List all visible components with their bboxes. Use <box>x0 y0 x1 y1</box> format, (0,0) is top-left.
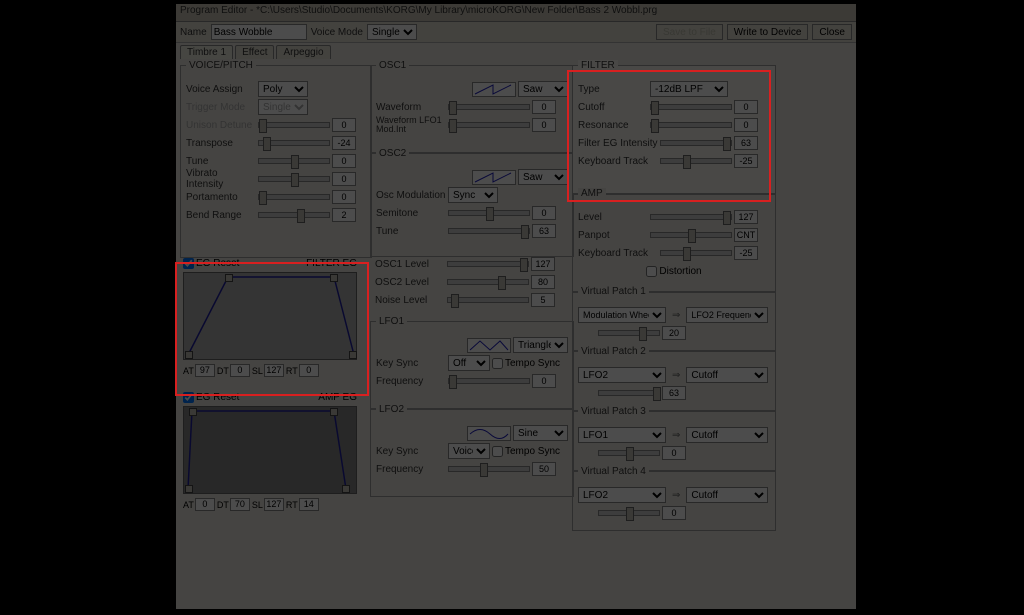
vp3-amount-slider[interactable] <box>598 450 660 456</box>
vp4-dest-select[interactable]: Cutoff <box>686 487 768 503</box>
vp2-dest-select[interactable]: Cutoff <box>686 367 768 383</box>
osc2-wave-select[interactable]: Saw <box>518 169 568 185</box>
vp4-source-select[interactable]: LFO2 <box>578 487 666 503</box>
mixer-group: OSC1 Level127 OSC2 Level80 Noise Level5 <box>370 255 572 319</box>
arrow-icon: ⇒ <box>668 370 684 381</box>
osc1-lfo1-mod-slider[interactable] <box>448 122 530 128</box>
program-editor-window: Program Editor - *C:\Users\Studio\Docume… <box>176 4 856 609</box>
triangle-wave-icon <box>467 338 511 353</box>
saw-wave-icon <box>472 170 516 185</box>
lfo2-frequency-slider[interactable] <box>448 466 530 472</box>
name-label: Name <box>180 27 207 38</box>
amp-eg-at[interactable]: 0 <box>195 498 215 511</box>
vp3-source-select[interactable]: LFO1 <box>578 427 666 443</box>
tab-arpeggio[interactable]: Arpeggio <box>276 45 330 59</box>
osc2-tune-slider[interactable] <box>448 228 530 234</box>
voice-pitch-group: VOICE/PITCH Voice AssignPoly Trigger Mod… <box>180 65 372 258</box>
amp-kbtrack-slider[interactable] <box>660 250 732 256</box>
amp-eg-sl[interactable]: 127 <box>264 498 284 511</box>
amp-eg-dt[interactable]: 70 <box>230 498 250 511</box>
toolbar: Name Voice Mode Single Save to File Writ… <box>176 22 856 43</box>
tabs: Timbre 1 Effect Arpeggio <box>176 43 856 59</box>
filter-eg-reset-checkbox[interactable] <box>183 258 194 269</box>
filter-resonance-slider[interactable] <box>650 122 732 128</box>
group-title: VOICE/PITCH <box>186 60 256 71</box>
vp2-amount-slider[interactable] <box>598 390 660 396</box>
lfo1-tempo-sync-checkbox[interactable] <box>492 358 503 369</box>
portamento-slider[interactable] <box>258 194 330 200</box>
bend-range-slider[interactable] <box>258 212 330 218</box>
close-button[interactable]: Close <box>812 24 852 40</box>
amp-group: AMP Level127 PanpotCNT Keyboard Track-25… <box>572 193 776 293</box>
vibrato-slider[interactable] <box>258 176 330 182</box>
amp-eg-rt[interactable]: 14 <box>299 498 319 511</box>
vpatch4-group: Virtual Patch 4 LFO2⇒Cutoff 0 <box>572 471 776 531</box>
filter-eg-rt[interactable]: 0 <box>299 364 319 377</box>
noise-level-slider[interactable] <box>447 297 529 303</box>
filter-kbtrack-slider[interactable] <box>660 158 732 164</box>
amp-panpot-slider[interactable] <box>650 232 732 238</box>
osc1-wave-select[interactable]: Saw <box>518 81 568 97</box>
amp-eg-reset-checkbox[interactable] <box>183 392 194 403</box>
lfo1-wave-select[interactable]: Triangle <box>513 337 568 353</box>
tab-effect[interactable]: Effect <box>235 45 274 59</box>
vp1-dest-select[interactable]: LFO2 Frequenc <box>686 307 768 323</box>
vp3-dest-select[interactable]: Cutoff <box>686 427 768 443</box>
vpatch3-group: Virtual Patch 3 LFO1⇒Cutoff 0 <box>572 411 776 471</box>
amp-level-slider[interactable] <box>650 214 732 220</box>
filter-cutoff-slider[interactable] <box>650 104 732 110</box>
arrow-icon: ⇒ <box>668 490 684 501</box>
program-name-input[interactable] <box>211 24 307 40</box>
osc1-waveform-slider[interactable] <box>448 104 530 110</box>
voice-mode-label: Voice Mode <box>311 27 363 38</box>
tune-slider[interactable] <box>258 158 330 164</box>
saw-wave-icon <box>472 82 516 97</box>
trigger-mode-select: Single <box>258 99 308 115</box>
filter-eg-sl[interactable]: 127 <box>264 364 284 377</box>
voice-mode-select[interactable]: Single <box>367 24 417 40</box>
lfo2-tempo-sync-checkbox[interactable] <box>492 446 503 457</box>
filter-eg-group: EG Reset FILTER EG AT97 DT0 SL127 RT0 <box>180 257 360 381</box>
osc2-level-slider[interactable] <box>447 279 529 285</box>
osc-modulation-select[interactable]: Sync <box>448 187 498 203</box>
tab-timbre1[interactable]: Timbre 1 <box>180 45 233 59</box>
filter-type-select[interactable]: -12dB LPF <box>650 81 728 97</box>
lfo2-group: LFO2 Sine Key SyncVoiceTempo Sync Freque… <box>370 409 574 497</box>
voice-assign-select[interactable]: Poly <box>258 81 308 97</box>
osc2-group: OSC2 Saw Osc ModulationSync Semitone0 Tu… <box>370 153 574 257</box>
filter-eg-dt[interactable]: 0 <box>230 364 250 377</box>
amp-eg-group: EG Reset AMP EG AT0 DT70 SL127 RT14 <box>180 391 360 515</box>
vp1-amount-slider[interactable] <box>598 330 660 336</box>
filter-group: FILTER Type-12dB LPF Cutoff0 Resonance0 … <box>572 65 776 195</box>
unison-detune-slider <box>258 122 330 128</box>
lfo2-keysync-select[interactable]: Voice <box>448 443 490 459</box>
distortion-checkbox[interactable] <box>646 266 657 277</box>
arrow-icon: ⇒ <box>668 430 684 441</box>
arrow-icon: ⇒ <box>668 310 684 321</box>
lfo1-frequency-slider[interactable] <box>448 378 530 384</box>
vpatch1-group: Virtual Patch 1 Modulation Wheel⇒LFO2 Fr… <box>572 291 776 351</box>
vp1-source-select[interactable]: Modulation Wheel <box>578 307 666 323</box>
write-to-device-button[interactable]: Write to Device <box>727 24 809 40</box>
osc2-semitone-slider[interactable] <box>448 210 530 216</box>
vpatch2-group: Virtual Patch 2 LFO2⇒Cutoff 63 <box>572 351 776 411</box>
filter-eg-intensity-slider[interactable] <box>660 140 732 146</box>
lfo1-keysync-select[interactable]: Off <box>448 355 490 371</box>
transpose-slider[interactable] <box>258 140 330 146</box>
filter-eg-at[interactable]: 97 <box>195 364 215 377</box>
osc1-level-slider[interactable] <box>447 261 529 267</box>
vp4-amount-slider[interactable] <box>598 510 660 516</box>
lfo2-wave-select[interactable]: Sine <box>513 425 568 441</box>
filter-eg-envelope-canvas[interactable] <box>183 272 357 360</box>
sine-wave-icon <box>467 426 511 441</box>
save-to-file-button[interactable]: Save to File <box>656 24 723 40</box>
amp-eg-envelope-canvas[interactable] <box>183 406 357 494</box>
window-title: Program Editor - *C:\Users\Studio\Docume… <box>176 4 856 22</box>
vp2-source-select[interactable]: LFO2 <box>578 367 666 383</box>
lfo1-group: LFO1 Triangle Key SyncOffTempo Sync Freq… <box>370 321 574 409</box>
osc1-group: OSC1 Saw Waveform0 Waveform LFO1 Mod.Int… <box>370 65 574 153</box>
